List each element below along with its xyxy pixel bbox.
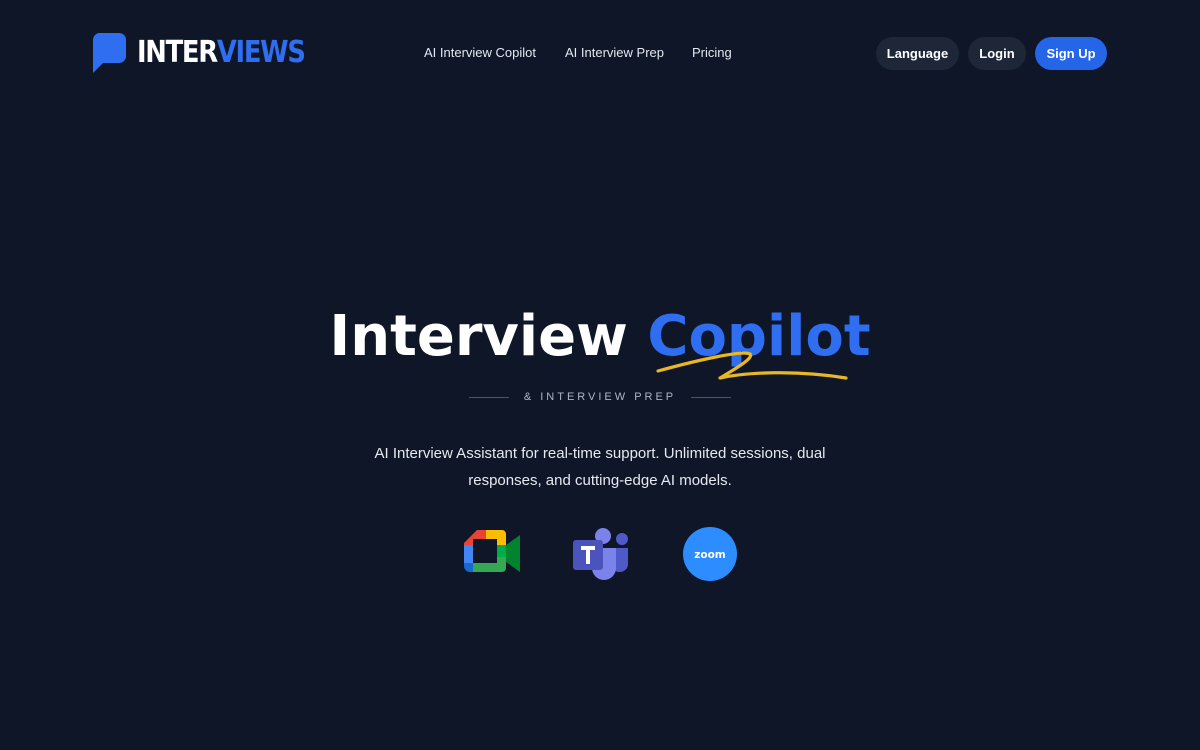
hero-subtitle: & INTERVIEW PREP	[523, 391, 677, 403]
language-button[interactable]: Language	[876, 37, 959, 70]
zoom-label: zoom	[694, 549, 726, 561]
signup-button[interactable]: Sign Up	[1035, 37, 1107, 70]
zoom-icon: zoom	[683, 527, 739, 583]
nav-item-pricing[interactable]: Pricing	[692, 44, 732, 62]
hero-subtitle-row: & INTERVIEW PREP	[0, 389, 1200, 405]
google-meet-icon	[464, 530, 520, 572]
nav-item-ai-interview-prep[interactable]: AI Interview Prep	[565, 44, 664, 62]
microsoft-teams-icon	[573, 528, 628, 580]
hero-title-part1: Interview	[329, 304, 628, 369]
hero-title: Interview Copilot	[0, 302, 1200, 372]
login-button[interactable]: Login	[968, 37, 1026, 70]
underline-swoosh-icon	[656, 351, 848, 380]
zoom-circle-icon: zoom	[683, 527, 737, 581]
nav-item-ai-interview-copilot[interactable]: AI Interview Copilot	[424, 44, 536, 62]
hero-description: AI Interview Assistant for real-time sup…	[374, 445, 826, 489]
subtitle-divider-right	[691, 397, 731, 398]
site-header: INTERVIEWS AI Interview Copilot AI Inter…	[0, 0, 1200, 106]
landing-page: INTERVIEWS AI Interview Copilot AI Inter…	[0, 0, 1200, 750]
